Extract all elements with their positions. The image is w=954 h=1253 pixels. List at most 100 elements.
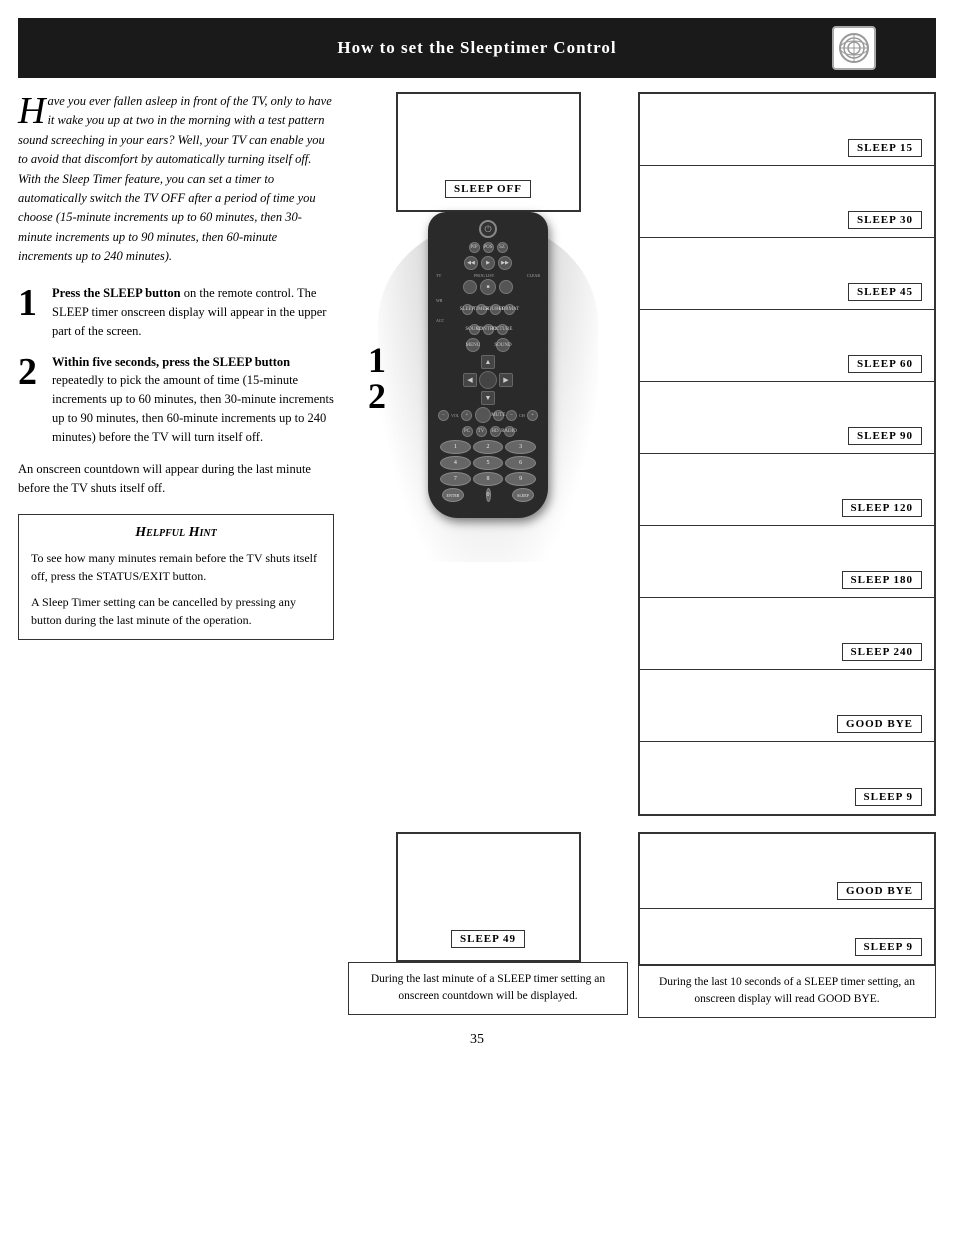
format-btn[interactable]: FORMAT <box>504 304 515 315</box>
tv-btn[interactable]: TV <box>476 426 487 437</box>
step-2: 2 Within five seconds, press the SLEEP b… <box>18 353 334 447</box>
ch-minus[interactable]: − <box>506 410 517 421</box>
ok-btn[interactable]: ■ <box>480 279 496 295</box>
pos-btn[interactable]: POS <box>483 242 494 253</box>
sleep-panel-30: SLEEP 30 <box>640 166 934 238</box>
remote-area: 1 2 PIP POS SZ ◀◀ ▶ ▶▶ <box>348 202 628 518</box>
power-button[interactable] <box>479 220 497 238</box>
sz-btn[interactable]: SZ <box>497 242 508 253</box>
btn-4[interactable]: 4 <box>440 456 471 470</box>
sleep-49-screen: SLEEP 49 <box>396 832 581 962</box>
btn-3[interactable]: 3 <box>505 440 536 454</box>
bottom-right: GOOD BYE SLEEP 9 During the last 10 seco… <box>628 832 936 1018</box>
right-column: SLEEP 15 SLEEP 30 SLEEP 45 SLEEP 60 SLEE… <box>628 78 936 816</box>
tv-label: TV <box>436 273 441 278</box>
bottom-right-panels: GOOD BYE SLEEP 9 <box>638 832 936 966</box>
remote-row-2: ◀◀ ▶ ▶▶ <box>434 256 542 270</box>
sleep-panel-90: SLEEP 90 <box>640 382 934 454</box>
btn-5[interactable]: 5 <box>473 456 504 470</box>
mute-btn[interactable] <box>475 407 491 423</box>
remote-label-row-3: ACC <box>434 318 542 323</box>
hint-line-1: To see how many minutes remain before th… <box>31 549 321 585</box>
drop-cap: H <box>18 96 45 126</box>
prev-btn[interactable] <box>463 280 477 294</box>
bottom-left-caption: During the last minute of a SLEEP timer … <box>348 962 628 1015</box>
sleep-panel-60: SLEEP 60 <box>640 310 934 382</box>
acc-label: ACC <box>436 318 444 323</box>
vol-plus[interactable]: + <box>461 410 472 421</box>
ff-btn[interactable]: ▶▶ <box>498 256 512 270</box>
btn-2[interactable]: 2 <box>473 440 504 454</box>
next-btn[interactable] <box>499 280 513 294</box>
bottom-area: SLEEP 49 During the last minute of a SLE… <box>18 832 936 1018</box>
sleep-9-screen: SLEEP 9 <box>640 909 934 964</box>
sleep-panel-45: SLEEP 45 <box>640 238 934 310</box>
btn-9[interactable]: 9 <box>505 472 536 486</box>
remote-bottom-row: ENTER 0 SLEEP <box>434 488 542 502</box>
sleep-btn[interactable]: SLEEP <box>462 304 473 315</box>
btn-8[interactable]: 8 <box>473 472 504 486</box>
vol-minus[interactable]: − <box>438 410 449 421</box>
btn-6[interactable]: 6 <box>505 456 536 470</box>
play-btn[interactable]: ▶ <box>481 256 495 270</box>
step-1-number: 1 <box>18 284 42 322</box>
bottom-right-caption: During the last 10 seconds of a SLEEP ti… <box>638 966 936 1018</box>
sleep-goodbye-label: GOOD BYE <box>837 715 922 733</box>
sleep-9-label: SLEEP 9 <box>855 788 923 806</box>
hint-text: To see how many minutes remain before th… <box>31 549 321 629</box>
hint-line-2: A Sleep Timer setting can be cancelled b… <box>31 593 321 629</box>
rew-btn[interactable]: ◀◀ <box>464 256 478 270</box>
sleep-240-label: SLEEP 240 <box>842 643 923 661</box>
remote-row-7: PC TV HD RADIO <box>434 426 542 437</box>
sleep-panel-goodbye: GOOD BYE <box>640 670 934 742</box>
step-2-number: 2 <box>18 353 42 391</box>
hint-title-text: Helpful Hint <box>135 525 216 540</box>
sleep-15-label: SLEEP 15 <box>848 139 922 157</box>
step-1: 1 Press the SLEEP button on the remote c… <box>18 284 334 340</box>
radio-btn[interactable]: RADIO <box>504 426 515 437</box>
prog-list-label: PROG LIST <box>474 273 494 278</box>
overlay-1: 1 <box>368 342 386 378</box>
good-bye-label: GOOD BYE <box>837 882 922 900</box>
sound2-btn[interactable]: SOUND <box>496 338 510 352</box>
sleep2-btn[interactable]: SLEEP <box>512 488 534 502</box>
page-header: How to set the Sleeptimer Control <box>18 18 936 78</box>
numpad: 1 2 3 4 5 6 7 8 9 <box>434 440 542 486</box>
btn-1[interactable]: 1 <box>440 440 471 454</box>
hd-btn[interactable]: HD <box>490 426 501 437</box>
sleep-60-label: SLEEP 60 <box>848 355 922 373</box>
remote-row-3: ■ <box>434 279 542 295</box>
scene-btn[interactable]: PICTURE <box>497 324 508 335</box>
dpad-up[interactable]: ▲ <box>481 355 495 369</box>
remote-label-row-1: TV PROG LIST CLEAR <box>434 273 542 278</box>
vol-group: − VOL <box>438 410 459 421</box>
mute-label[interactable]: MUTE <box>493 410 504 421</box>
dpad-center[interactable] <box>479 371 497 389</box>
step-2-text: Within five seconds, press the SLEEP but… <box>52 353 334 447</box>
sleep-off-label: SLEEP OFF <box>445 180 531 198</box>
sleep-49-label: SLEEP 49 <box>451 930 525 948</box>
hint-box: Helpful Hint To see how many minutes rem… <box>18 514 334 640</box>
dpad-left[interactable]: ◀ <box>463 373 477 387</box>
hint-title: Helpful Hint <box>31 525 321 541</box>
sleep-off-screen: SLEEP OFF <box>396 92 581 212</box>
btn-0[interactable]: 0 <box>486 488 491 502</box>
wb-label: WB <box>436 298 442 303</box>
menu-btn[interactable]: MENU <box>466 338 480 352</box>
sleep-panels: SLEEP 15 SLEEP 30 SLEEP 45 SLEEP 60 SLEE… <box>638 92 936 816</box>
pip-btn[interactable]: PIP <box>469 242 480 253</box>
dpad-right[interactable]: ▶ <box>499 373 513 387</box>
intro-text: Have you ever fallen asleep in front of … <box>18 92 334 266</box>
sleep-45-label: SLEEP 45 <box>848 283 922 301</box>
step-1-text: Press the SLEEP button on the remote con… <box>52 284 334 340</box>
ch-plus[interactable]: + <box>527 410 538 421</box>
vol-ch-row: − VOL + MUTE − CH + <box>434 407 542 423</box>
sleep-panel-120: SLEEP 120 <box>640 454 934 526</box>
steps-section: 1 Press the SLEEP button on the remote c… <box>18 284 334 446</box>
remote-control: PIP POS SZ ◀◀ ▶ ▶▶ TV PROG LIST CLEAR ■ <box>428 212 548 518</box>
pc-btn[interactable]: PC <box>462 426 473 437</box>
clear-label: CLEAR <box>527 273 540 278</box>
btn-7[interactable]: 7 <box>440 472 471 486</box>
dpad-down[interactable]: ▼ <box>481 391 495 405</box>
enter-btn[interactable]: ENTER <box>442 488 464 502</box>
